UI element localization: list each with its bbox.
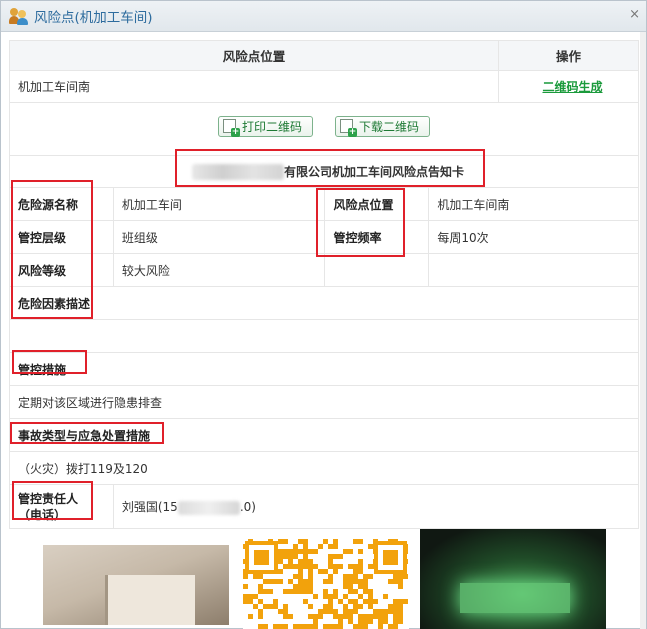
control-measures-label: 管控措施 <box>9 352 639 386</box>
risk-location-label: 风险点位置 <box>324 187 430 221</box>
table-row: 机加工车间南 二维码生成 <box>9 70 639 103</box>
responsible-person-label: 管控责任人 （电话） <box>9 484 114 529</box>
users-icon <box>9 7 29 25</box>
location-cell: 机加工车间南 <box>9 70 499 103</box>
dialog-content: 风险点位置 操作 机加工车间南 二维码生成 打印二维码 下载二维码 <box>9 40 639 629</box>
download-qr-button[interactable]: 下载二维码 <box>335 115 431 137</box>
control-level-value: 班组级 <box>112 220 326 254</box>
window-title: 风险点(机加工车间) <box>34 10 153 26</box>
card-title: 有限公司机加工车间风险点告知卡 <box>9 155 639 188</box>
print-qr-button[interactable]: 打印二维码 <box>217 115 313 137</box>
risk-level-value: 较大风险 <box>112 253 326 287</box>
close-icon[interactable]: × <box>629 7 640 22</box>
scrollbar[interactable] <box>640 32 646 629</box>
action-cell: 二维码生成 <box>498 70 639 103</box>
redacted-phone <box>177 500 240 515</box>
print-qr-label: 打印二维码 <box>241 119 302 134</box>
workshop-photo <box>43 545 229 625</box>
responsible-person-value: 刘强国(15.0) <box>112 484 639 529</box>
risk-factor-value <box>9 319 639 353</box>
accident-type-value: （火灾）拨打119及120 <box>9 451 639 485</box>
risk-point-table: 风险点位置 操作 机加工车间南 二维码生成 <box>9 40 639 103</box>
risk-notice-card: 有限公司机加工车间风险点告知卡 危险源名称 机加工车间 风险点位置 机加工车间南… <box>9 155 639 529</box>
control-level-label: 管控层级 <box>9 220 114 254</box>
document-add-icon <box>340 119 357 137</box>
document-add-icon <box>222 119 240 137</box>
exit-sign-photo <box>420 529 606 629</box>
button-row: 打印二维码 下载二维码 <box>9 103 639 149</box>
qr-code-image <box>243 539 409 629</box>
redacted-company-name <box>191 164 284 181</box>
control-measures-value: 定期对该区域进行隐患排查 <box>9 385 639 419</box>
accident-type-label: 事故类型与应急处置措施 <box>9 418 639 452</box>
risk-level-label: 风险等级 <box>9 253 114 287</box>
download-qr-label: 下载二维码 <box>359 119 420 134</box>
hazard-source-value: 机加工车间 <box>112 187 326 221</box>
control-frequency-label: 管控频率 <box>324 220 430 254</box>
dialog-window: 风险点(机加工车间) × 风险点位置 操作 机加工车间南 二维码生成 打印二维码 <box>0 0 647 629</box>
hazard-source-label: 危险源名称 <box>9 187 114 221</box>
column-header-action: 操作 <box>498 40 639 71</box>
risk-factor-label: 危险因素描述 <box>9 286 639 320</box>
photo-strip <box>9 529 639 629</box>
risk-location-value: 机加工车间南 <box>428 187 639 221</box>
column-header-location: 风险点位置 <box>9 40 499 71</box>
control-frequency-value: 每周10次 <box>428 220 639 254</box>
title-bar: 风险点(机加工车间) × <box>1 1 646 32</box>
generate-qr-link[interactable]: 二维码生成 <box>542 80 602 94</box>
